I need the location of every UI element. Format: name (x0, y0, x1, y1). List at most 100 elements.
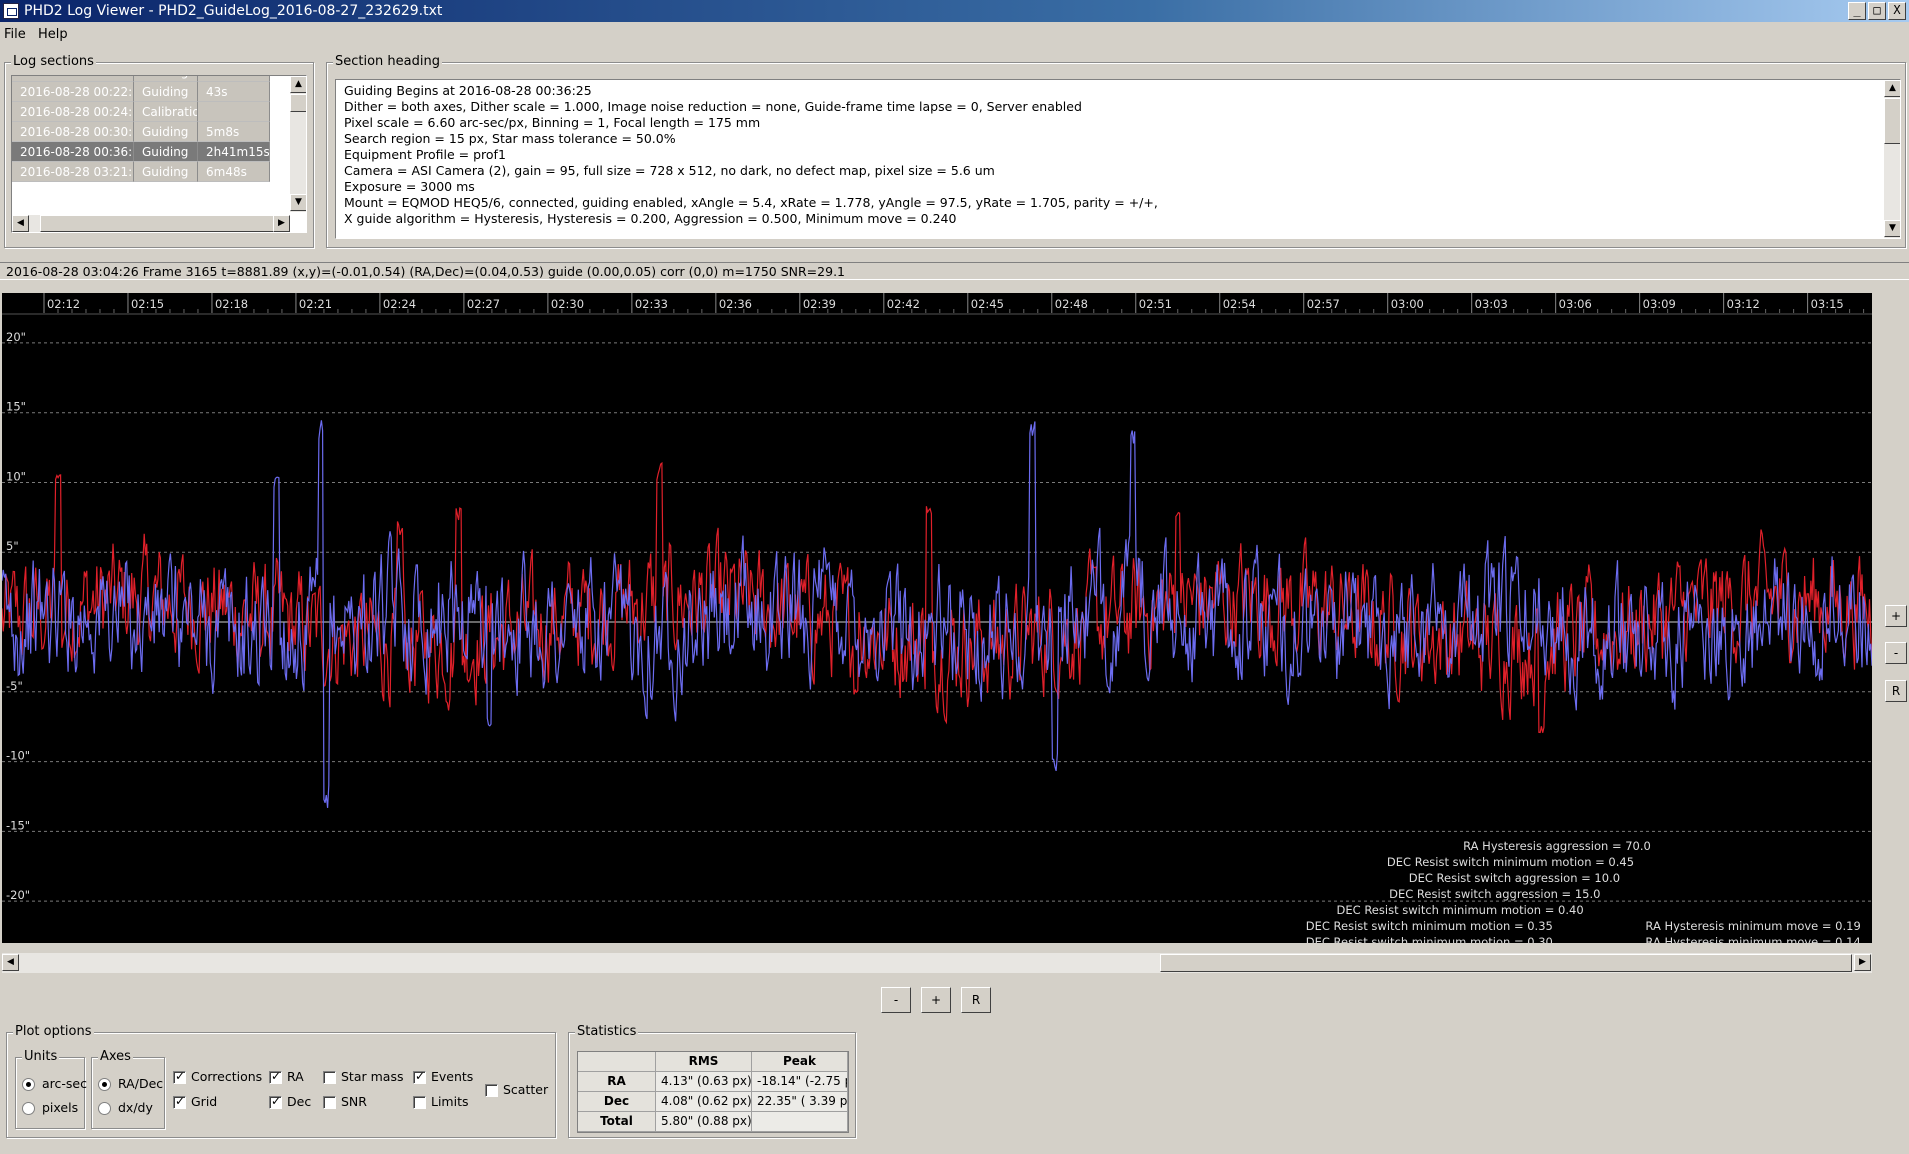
limits-checkbox[interactable] (413, 1096, 426, 1109)
scroll-right-icon[interactable]: ▶ (273, 215, 290, 232)
statistics-table: RMS Peak RA 4.13" (0.63 px) -18.14" (-2.… (577, 1051, 849, 1133)
y-tick-label: -20" (6, 888, 30, 902)
log-list-hscroll-thumb[interactable] (40, 215, 275, 232)
log-section-duration (198, 102, 270, 122)
snr-checkbox[interactable] (323, 1096, 336, 1109)
section-heading-line: Guiding Begins at 2016-08-28 00:36:25 (344, 83, 592, 98)
scroll-down-icon[interactable]: ▼ (290, 194, 306, 211)
units-pixels-radio[interactable] (22, 1102, 35, 1115)
log-section-date: 2016-08-28 00:24: (12, 102, 134, 122)
event-annotation: DEC Resist switch minimum motion = 0.45 (1387, 855, 1634, 869)
log-sections-group: Log sections 2016-08-27 23:45Guiding18m1… (4, 54, 314, 248)
grid-checkbox[interactable] (173, 1094, 186, 1109)
graph-hscroll[interactable]: ◀ ▶ (2, 953, 1872, 973)
log-section-row[interactable]: 2016-08-28 00:36:2 Guiding 2h41m15s (12, 142, 270, 162)
scroll-left-icon[interactable]: ◀ (2, 954, 19, 971)
x-tick-label: 02:42 (887, 297, 920, 311)
events-checkbox[interactable] (413, 1069, 426, 1084)
event-annotation: RA Hysteresis minimum move = 0.14 (1645, 935, 1860, 943)
x-tick-label: 02:39 (803, 297, 836, 311)
stat-total-peak (752, 1112, 848, 1132)
section-heading-text[interactable]: Guiding Begins at 2016-08-28 00:36:25 Dit… (335, 79, 1901, 239)
zoom-in-x-button[interactable]: + (921, 987, 951, 1013)
log-section-type: Guiding (134, 122, 198, 142)
maximize-button[interactable]: □ (1868, 2, 1886, 20)
y-tick-label: -5" (6, 679, 23, 693)
x-tick-label: 02:51 (1139, 297, 1172, 311)
log-section-type: Guiding (134, 76, 198, 82)
x-tick-label: 03:15 (1811, 297, 1844, 311)
x-tick-label: 02:15 (131, 297, 164, 311)
section-heading-line: Search region = 15 px, Star mass toleran… (344, 131, 676, 146)
scroll-up-icon[interactable]: ▲ (1884, 80, 1900, 97)
log-section-row[interactable]: 2016-08-28 00:22: Guiding 43s (12, 82, 270, 102)
log-section-date: 2016-08-27 23:45 (12, 76, 134, 82)
x-tick-label: 02:45 (971, 297, 1004, 311)
menu-file[interactable]: File (4, 27, 26, 42)
scatter-checkbox[interactable] (485, 1084, 498, 1097)
reset-x-button[interactable]: R (961, 987, 991, 1013)
menu-help[interactable]: Help (38, 27, 68, 42)
x-tick-label: 02:21 (299, 297, 332, 311)
dec-label: Dec (287, 1094, 312, 1109)
x-tick-label: 02:54 (1223, 297, 1256, 311)
units-group: Units arc-sec pixels (15, 1049, 87, 1129)
units-arcsec-label: arc-sec (42, 1076, 87, 1091)
axes-radec-radio[interactable] (98, 1078, 111, 1091)
log-sections-label: Log sections (11, 54, 96, 69)
x-tick-label: 02:48 (1055, 297, 1088, 311)
reset-y-button[interactable]: R (1885, 680, 1907, 702)
stat-header-rms: RMS (656, 1052, 752, 1072)
star-mass-checkbox[interactable] (323, 1071, 336, 1084)
stat-row-ra-label: RA (578, 1072, 656, 1092)
x-tick-label: 02:12 (47, 297, 80, 311)
event-annotation: DEC Resist switch aggression = 10.0 (1409, 871, 1620, 885)
axes-group: Axes RA/Dec dx/dy (91, 1049, 165, 1129)
heading-vscroll[interactable]: ▲ ▼ (1884, 80, 1900, 238)
axes-label: Axes (98, 1049, 133, 1064)
log-section-type: Guiding (134, 142, 198, 162)
corrections-checkbox[interactable] (173, 1069, 186, 1084)
log-sections-list[interactable]: 2016-08-27 23:45Guiding18m13s2016-08-28 … (11, 75, 307, 233)
snr-label: SNR (341, 1094, 367, 1109)
y-tick-label: 10" (6, 469, 26, 483)
section-heading-line: Exposure = 3000 ms (344, 179, 475, 194)
zoom-out-y-button[interactable]: - (1885, 642, 1907, 664)
statistics-label: Statistics (575, 1024, 639, 1039)
zoom-out-x-button[interactable]: - (881, 987, 911, 1013)
axes-dxdy-radio[interactable] (98, 1102, 111, 1115)
units-arcsec-radio[interactable] (22, 1078, 35, 1091)
log-section-date: 2016-08-28 00:22: (12, 82, 134, 102)
scroll-left-icon[interactable]: ◀ (12, 215, 29, 232)
stat-row-total-label: Total (578, 1112, 656, 1132)
guide-graph[interactable]: 02:12 02:15 02:18 02:21 02:24 02:27 02:30 02:33… (2, 293, 1872, 943)
x-tick-label: 02:33 (635, 297, 668, 311)
zoom-in-y-button[interactable]: + (1885, 605, 1907, 627)
ra-label: RA (287, 1069, 304, 1084)
log-section-row[interactable]: 2016-08-28 00:24:Calibration (12, 102, 270, 122)
minimize-button[interactable]: _ (1848, 2, 1866, 20)
y-tick-label: 5" (6, 539, 19, 553)
log-list-vscroll[interactable]: ▲ ▼ (290, 76, 306, 212)
log-list-hscroll[interactable]: ◀ ▶ (12, 215, 290, 232)
log-section-row[interactable]: 2016-08-27 23:45Guiding18m13s (12, 76, 270, 82)
scroll-up-icon[interactable]: ▲ (290, 76, 306, 93)
close-button[interactable]: X (1888, 2, 1906, 20)
statistics-group: Statistics RMS Peak RA 4.13" (0.63 px) -… (568, 1024, 856, 1138)
event-annotation: DEC Resist switch aggression = 15.0 (1389, 887, 1600, 901)
graph-hscroll-thumb[interactable] (1160, 954, 1852, 972)
menu-bar: File Help (0, 24, 1909, 46)
log-list-vscroll-thumb[interactable] (290, 94, 306, 112)
scroll-right-icon[interactable]: ▶ (1854, 954, 1871, 971)
heading-vscroll-thumb[interactable] (1884, 98, 1900, 144)
scroll-down-icon[interactable]: ▼ (1884, 220, 1900, 237)
log-section-date: 2016-08-28 03:21: (12, 162, 134, 182)
log-section-row[interactable]: 2016-08-28 00:30: Guiding 5m8s (12, 122, 270, 142)
stat-dec-rms: 4.08" (0.62 px) (656, 1092, 752, 1112)
log-section-row[interactable]: 2016-08-28 03:21: Guiding 6m48s (12, 162, 270, 182)
dec-checkbox[interactable] (269, 1094, 282, 1109)
ra-checkbox[interactable] (269, 1069, 282, 1084)
log-section-type: Calibration (134, 102, 198, 122)
log-section-duration: 6m48s (198, 162, 270, 182)
scatter-label: Scatter (503, 1082, 549, 1097)
